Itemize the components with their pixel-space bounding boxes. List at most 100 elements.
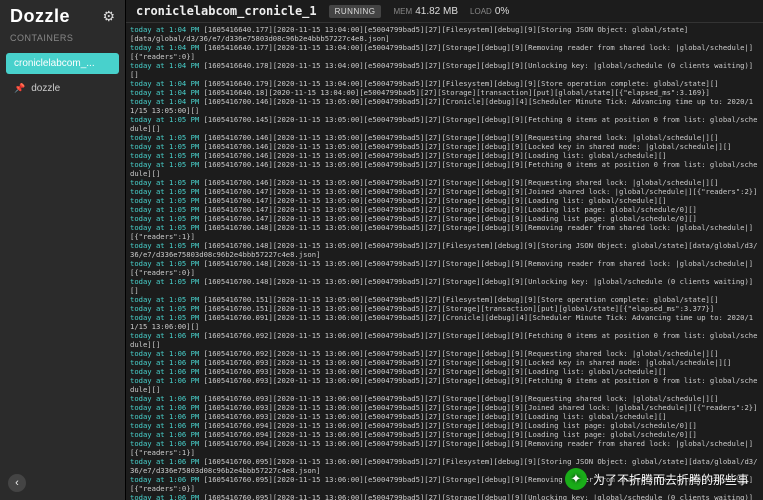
log-line: today at 1:05 PM [1605416700.151][2020-1… <box>130 304 759 313</box>
log-message: [1605416640.178][2020-11-15 13:04:00][e5… <box>130 61 753 79</box>
log-message: [1605416700.147][2020-11-15 13:05:00][e5… <box>204 187 758 196</box>
mem-value: 41.82 MB <box>415 6 458 17</box>
log-message: [1605416700.148][2020-11-15 13:05:00][e5… <box>130 241 757 259</box>
log-timestamp: today at 1:06 PM <box>130 475 204 484</box>
log-line: today at 1:04 PM [1605416640.177][2020-1… <box>130 43 759 61</box>
log-timestamp: today at 1:05 PM <box>130 259 204 268</box>
topbar: croniclelabcom_cronicle_1 RUNNING MEM 41… <box>126 0 763 23</box>
log-message: [1605416760.093][2020-11-15 13:06:00][e5… <box>204 367 667 376</box>
log-timestamp: today at 1:06 PM <box>130 394 204 403</box>
log-message: [1605416700.147][2020-11-15 13:05:00][e5… <box>204 196 667 205</box>
log-line: today at 1:06 PM [1605416760.093][2020-1… <box>130 394 759 403</box>
log-line: today at 1:05 PM [1605416700.146][2020-1… <box>130 142 759 151</box>
load-stat: LOAD 0% <box>470 5 509 17</box>
log-message: [1605416760.092][2020-11-15 13:06:00][e5… <box>204 349 719 358</box>
log-line: today at 1:04 PM [1605416640.178][2020-1… <box>130 61 759 79</box>
log-timestamp: today at 1:05 PM <box>130 115 204 124</box>
log-timestamp: today at 1:06 PM <box>130 403 204 412</box>
log-timestamp: today at 1:06 PM <box>130 376 204 385</box>
log-message: [1605416700.148][2020-11-15 13:05:00][e5… <box>130 223 753 241</box>
wechat-icon: ✦ <box>565 468 587 490</box>
log-message: [1605416700.145][2020-11-15 13:05:00][e5… <box>130 115 757 133</box>
watermark-text: 为了不折腾而去折腾的那些事 <box>593 471 749 488</box>
log-timestamp: today at 1:04 PM <box>130 61 204 70</box>
log-timestamp: today at 1:04 PM <box>130 25 204 34</box>
log-message: [1605416640.18][2020-11-15 13:04:00][e50… <box>204 88 710 97</box>
log-line: today at 1:06 PM [1605416760.094][2020-1… <box>130 439 759 457</box>
log-line: today at 1:05 PM [1605416700.148][2020-1… <box>130 223 759 241</box>
log-message: [1605416760.093][2020-11-15 13:06:00][e5… <box>204 394 719 403</box>
log-timestamp: today at 1:05 PM <box>130 160 204 169</box>
log-message: [1605416700.146][2020-11-15 13:05:00][e5… <box>204 142 732 151</box>
log-timestamp: today at 1:04 PM <box>130 79 204 88</box>
log-message: [1605416760.092][2020-11-15 13:06:00][e5… <box>130 331 757 349</box>
app-title: Dozzle <box>10 6 70 27</box>
log-viewer[interactable]: today at 1:04 PM [1605416640.177][2020-1… <box>126 23 763 500</box>
log-timestamp: today at 1:06 PM <box>130 493 204 500</box>
log-message: [1605416760.091][2020-11-15 13:06:00][e5… <box>130 313 753 331</box>
log-timestamp: today at 1:05 PM <box>130 214 204 223</box>
log-line: today at 1:06 PM [1605416760.093][2020-1… <box>130 376 759 394</box>
log-line: today at 1:05 PM [1605416700.147][2020-1… <box>130 196 759 205</box>
log-message: [1605416640.179][2020-11-15 13:04:00][e5… <box>204 79 719 88</box>
log-timestamp: today at 1:05 PM <box>130 304 204 313</box>
log-timestamp: today at 1:05 PM <box>130 133 204 142</box>
log-line: today at 1:06 PM [1605416760.092][2020-1… <box>130 331 759 349</box>
load-label: LOAD <box>470 7 492 16</box>
log-line: today at 1:05 PM [1605416700.151][2020-1… <box>130 295 759 304</box>
log-line: today at 1:04 PM [1605416640.179][2020-1… <box>130 79 759 88</box>
log-message: [1605416760.094][2020-11-15 13:06:00][e5… <box>130 439 753 457</box>
log-timestamp: today at 1:06 PM <box>130 331 204 340</box>
log-message: [1605416700.148][2020-11-15 13:05:00][e5… <box>130 277 753 295</box>
log-timestamp: today at 1:05 PM <box>130 178 204 187</box>
container-item-active[interactable]: croniclelabcom_... <box>6 53 119 74</box>
container-item-label: dozzle <box>31 83 60 94</box>
log-timestamp: today at 1:06 PM <box>130 421 204 430</box>
log-timestamp: today at 1:05 PM <box>130 295 204 304</box>
log-timestamp: today at 1:05 PM <box>130 241 204 250</box>
log-line: today at 1:04 PM [1605416640.18][2020-11… <box>130 88 759 97</box>
log-message: [1605416760.095][2020-11-15 13:06:00][e5… <box>130 493 753 500</box>
log-line: today at 1:06 PM [1605416760.093][2020-1… <box>130 403 759 412</box>
log-timestamp: today at 1:06 PM <box>130 457 204 466</box>
log-message: [data/global/d3/36/e7/d336e75803d08c96b2… <box>130 34 390 43</box>
log-line: today at 1:05 PM [1605416700.147][2020-1… <box>130 187 759 196</box>
log-message: [1605416700.148][2020-11-15 13:05:00][e5… <box>130 259 753 277</box>
log-message: [1605416640.177][2020-11-15 13:04:00][e5… <box>130 43 753 61</box>
log-line: today at 1:05 PM [1605416700.145][2020-1… <box>130 115 759 133</box>
log-timestamp: today at 1:06 PM <box>130 367 204 376</box>
log-line: [data/global/d3/36/e7/d336e75803d08c96b2… <box>130 34 759 43</box>
log-line: today at 1:05 PM [1605416700.147][2020-1… <box>130 214 759 223</box>
log-message: [1605416700.146][2020-11-15 13:05:00][e5… <box>204 133 719 142</box>
log-timestamp: today at 1:06 PM <box>130 412 204 421</box>
log-timestamp: today at 1:06 PM <box>130 430 204 439</box>
log-message: [1605416760.093][2020-11-15 13:06:00][e5… <box>130 376 757 394</box>
container-name: croniclelabcom_cronicle_1 <box>136 4 317 18</box>
status-badge: RUNNING <box>329 5 382 18</box>
log-timestamp: today at 1:05 PM <box>130 142 204 151</box>
log-message: [1605416760.094][2020-11-15 13:06:00][e5… <box>204 430 697 439</box>
log-message: [1605416700.146][2020-11-15 13:05:00][e5… <box>204 151 667 160</box>
log-timestamp: today at 1:06 PM <box>130 349 204 358</box>
container-list: croniclelabcom_... 📌 dozzle <box>0 49 125 103</box>
sidebar: Dozzle ⚙ CONTAINERS croniclelabcom_... 📌… <box>0 0 126 500</box>
log-line: today at 1:06 PM [1605416760.092][2020-1… <box>130 349 759 358</box>
gear-icon[interactable]: ⚙ <box>102 8 115 25</box>
container-item-dozzle[interactable]: 📌 dozzle <box>6 78 119 99</box>
log-timestamp: today at 1:05 PM <box>130 205 204 214</box>
log-line: today at 1:06 PM [1605416760.095][2020-1… <box>130 493 759 500</box>
log-message: [1605416700.146][2020-11-15 13:05:00][e5… <box>130 160 757 178</box>
sidebar-subtitle: CONTAINERS <box>0 31 125 49</box>
log-line: today at 1:04 PM [1605416640.177][2020-1… <box>130 25 759 34</box>
log-line: today at 1:04 PM [1605416700.146][2020-1… <box>130 97 759 115</box>
collapse-button[interactable]: ‹ <box>8 474 26 492</box>
log-line: today at 1:05 PM [1605416700.148][2020-1… <box>130 241 759 259</box>
pin-icon: 📌 <box>14 83 25 94</box>
log-message: [1605416700.146][2020-11-15 13:05:00][e5… <box>130 97 753 115</box>
log-line: today at 1:06 PM [1605416760.093][2020-1… <box>130 367 759 376</box>
log-line: today at 1:05 PM [1605416700.148][2020-1… <box>130 277 759 295</box>
sidebar-footer: ‹ <box>0 466 125 500</box>
log-line: today at 1:06 PM [1605416760.093][2020-1… <box>130 412 759 421</box>
mem-label: MEM <box>393 7 412 16</box>
log-message: [1605416700.151][2020-11-15 13:05:00][e5… <box>204 304 715 313</box>
